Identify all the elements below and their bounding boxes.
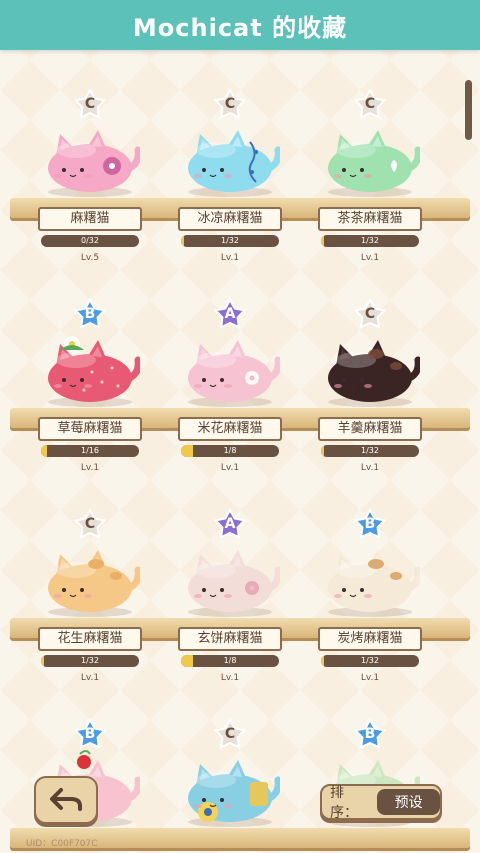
rank-badge: C	[354, 88, 386, 120]
back-arrow-icon	[50, 788, 82, 811]
mochi-cat-icon	[188, 130, 280, 197]
cat-card[interactable]: B	[300, 680, 440, 853]
mochi-cat-icon	[188, 760, 280, 827]
shelf-row: B 草莓麻糬猫 1/16 Lv.1 A 米花麻糬猫 1/8 Lv.1 C 羊羹麻…	[0, 260, 480, 473]
cat-name: 花生麻糬猫	[38, 627, 142, 651]
page-title: Mochicat 的收藏	[132, 13, 348, 42]
rank-label: A	[224, 306, 236, 322]
rank-badge: A	[214, 508, 246, 540]
cat-name: 炭烤麻糬猫	[318, 627, 422, 651]
rank-badge: C	[214, 88, 246, 120]
rank-label: C	[224, 726, 236, 742]
cat-name: 羊羹麻糬猫	[318, 417, 422, 441]
cat-card[interactable]: C 花生麻糬猫 1/32 Lv.1	[20, 470, 160, 683]
collection-progress: 1/32	[321, 655, 419, 667]
shelf-row: C 麻糬猫 0/32 Lv.5 C 冰凉麻糬猫 1/32 Lv.1 C 茶茶麻糬…	[0, 50, 480, 263]
mochi-cat-icon	[328, 340, 420, 407]
cat-card[interactable]: C 茶茶麻糬猫 1/32 Lv.1	[300, 50, 440, 263]
mochi-cat-icon	[48, 336, 140, 407]
rank-badge: C	[354, 298, 386, 330]
sort-value[interactable]: 预设	[377, 789, 440, 815]
cat-name: 冰凉麻糬猫	[178, 207, 282, 231]
progress-text: 1/32	[81, 656, 99, 665]
cat-card[interactable]: A 玄饼麻糬猫 1/8 Lv.1	[160, 470, 300, 683]
cat-card[interactable]: C	[160, 680, 300, 853]
rank-label: B	[84, 306, 96, 322]
back-button[interactable]	[34, 776, 98, 824]
rank-label: C	[364, 306, 376, 322]
collection-progress: 1/32	[321, 445, 419, 457]
rank-badge: C	[214, 718, 246, 750]
rank-label: C	[224, 96, 236, 112]
rank-label: C	[364, 96, 376, 112]
mochi-cat-icon	[188, 340, 280, 407]
cat-card[interactable]: A 米花麻糬猫 1/8 Lv.1	[160, 260, 300, 473]
progress-text: 1/8	[223, 446, 237, 455]
mochi-cat-icon	[188, 550, 280, 617]
cat-name: 草莓麻糬猫	[38, 417, 142, 441]
progress-text: 0/32	[81, 236, 99, 245]
cat-card[interactable]: C 羊羹麻糬猫 1/32 Lv.1	[300, 260, 440, 473]
mochi-cat-icon	[328, 130, 420, 197]
collection-progress: 1/32	[181, 235, 279, 247]
cat-name: 麻糬猫	[38, 207, 142, 231]
rank-label: B	[364, 726, 376, 742]
progress-text: 1/32	[221, 236, 239, 245]
progress-text: 1/32	[361, 446, 379, 455]
collection-progress: 1/8	[181, 655, 279, 667]
cat-name: 玄饼麻糬猫	[178, 627, 282, 651]
rank-badge: B	[354, 718, 386, 750]
progress-text: 1/8	[223, 656, 237, 665]
shelf-row: B C B	[0, 680, 480, 853]
rank-badge: C	[74, 508, 106, 540]
cat-card[interactable]: B	[20, 680, 160, 853]
rank-label: A	[224, 516, 236, 532]
rank-badge: C	[74, 88, 106, 120]
cat-card[interactable]: B 炭烤麻糬猫 1/32 Lv.1	[300, 470, 440, 683]
mochi-cat-icon	[48, 130, 140, 197]
progress-text: 1/16	[81, 446, 99, 455]
progress-text: 1/32	[361, 236, 379, 245]
rank-badge: B	[354, 508, 386, 540]
cat-card[interactable]: C 冰凉麻糬猫 1/32 Lv.1	[160, 50, 300, 263]
sort-button[interactable]: 排序： 预设	[320, 784, 442, 821]
rank-badge: B	[74, 298, 106, 330]
rank-badge: A	[214, 298, 246, 330]
collection-progress: 0/32	[41, 235, 139, 247]
user-id: UID：C00F707C	[26, 839, 98, 849]
collection-progress: 1/32	[41, 655, 139, 667]
sort-label: 排序：	[330, 785, 358, 821]
cat-name: 米花麻糬猫	[178, 417, 282, 441]
cat-name: 茶茶麻糬猫	[318, 207, 422, 231]
collection-progress: 1/16	[41, 445, 139, 457]
collection-progress: 1/32	[321, 235, 419, 247]
mochi-cat-icon	[48, 550, 140, 617]
rank-label: B	[84, 726, 96, 742]
collection-progress: 1/8	[181, 445, 279, 457]
cat-card[interactable]: B 草莓麻糬猫 1/16 Lv.1	[20, 260, 160, 473]
rank-label: C	[84, 516, 96, 532]
progress-text: 1/32	[361, 656, 379, 665]
page-header: Mochicat 的收藏	[0, 0, 480, 50]
shelf-row: C 花生麻糬猫 1/32 Lv.1 A 玄饼麻糬猫 1/8 Lv.1 B 炭烤麻…	[0, 470, 480, 683]
rank-label: B	[364, 516, 376, 532]
rank-label: C	[84, 96, 96, 112]
mochi-cat-icon	[328, 550, 420, 617]
rank-badge: B	[74, 718, 106, 750]
cat-card[interactable]: C 麻糬猫 0/32 Lv.5	[20, 50, 160, 263]
